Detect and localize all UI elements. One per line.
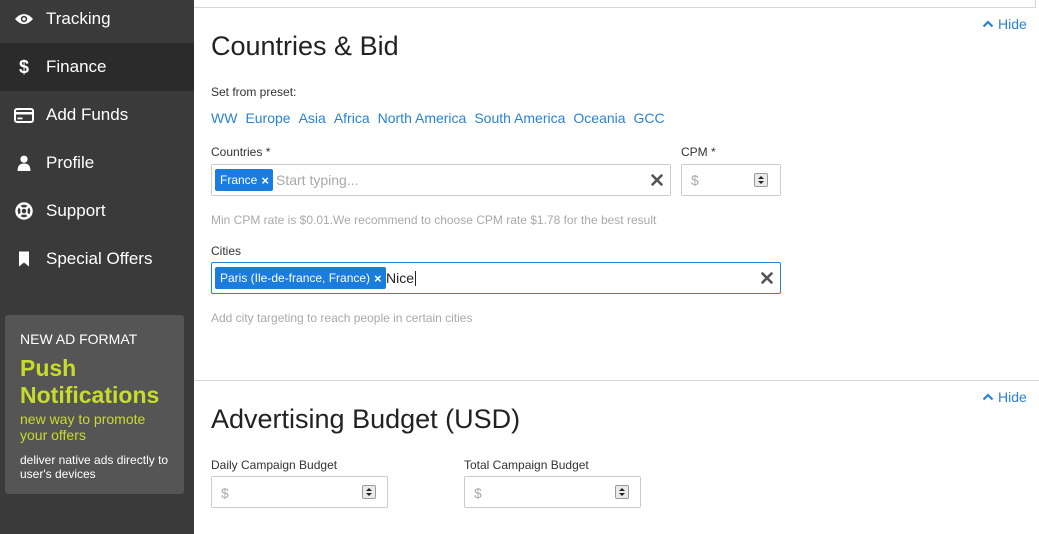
budget-hide-link[interactable]: Hide — [982, 389, 1027, 405]
cpm-hint: Min CPM rate is $0.01.We recommend to ch… — [211, 213, 657, 227]
preset-oceania[interactable]: Oceania — [573, 110, 625, 126]
cpm-spinner[interactable] — [754, 173, 768, 187]
countries-label: Countries * — [211, 145, 271, 159]
sidebar-item-label: Finance — [46, 57, 107, 76]
chevron-up-icon — [982, 20, 994, 28]
total-currency-placeholder: $ — [474, 485, 482, 501]
chevron-up-icon — [982, 393, 994, 401]
credit-card-icon — [14, 105, 34, 125]
country-tag-label: France — [220, 173, 258, 187]
sidebar-item-label: Tracking — [46, 9, 111, 28]
cities-label: Cities — [211, 244, 242, 258]
countries-section-title: Countries & Bid — [211, 31, 399, 61]
spinner-arrows-icon — [619, 488, 625, 496]
eye-icon — [14, 9, 34, 29]
preset-list: WW Europe Asia Africa North America Sout… — [211, 110, 665, 126]
countries-placeholder: Start typing... — [276, 172, 359, 188]
sidebar: Tracking $ Finance Add Funds Profile Sup… — [0, 0, 194, 534]
main-content: Hide Countries & Bid Set from preset: WW… — [194, 0, 1039, 534]
cities-input-value: Nice — [386, 270, 415, 286]
preset-south-america[interactable]: South America — [474, 110, 565, 126]
remove-country-tag-button[interactable]: × — [261, 173, 269, 188]
sidebar-item-support[interactable]: Support — [0, 187, 194, 235]
spinner-arrows-icon — [758, 176, 764, 184]
remove-city-tag-button[interactable]: × — [374, 271, 382, 286]
total-budget-spinner[interactable] — [615, 485, 629, 499]
sidebar-item-finance[interactable]: $ Finance — [0, 43, 194, 91]
hide-label: Hide — [998, 16, 1027, 32]
promo-subtitle: new way to promote your offers — [20, 411, 146, 443]
panel-right-border — [1035, 0, 1036, 8]
sidebar-item-special-offers[interactable]: Special Offers — [0, 235, 194, 283]
clear-cities-icon[interactable] — [760, 271, 774, 285]
sidebar-item-label: Support — [46, 201, 106, 220]
promo-description: deliver native ads directly to user's de… — [20, 453, 169, 481]
preset-gcc[interactable]: GCC — [634, 110, 665, 126]
hide-label: Hide — [998, 389, 1027, 405]
sidebar-item-tracking[interactable]: Tracking — [0, 0, 194, 43]
cpm-currency-placeholder: $ — [691, 172, 699, 188]
cpm-input[interactable]: $ — [681, 164, 781, 196]
clear-countries-icon[interactable] — [650, 173, 664, 187]
panel-top-border — [194, 7, 1035, 8]
bookmark-icon — [14, 249, 34, 269]
section-divider — [194, 380, 1039, 381]
preset-north-america[interactable]: North America — [378, 110, 467, 126]
push-notifications-promo[interactable]: NEW AD FORMAT Push Notifications new way… — [5, 315, 184, 494]
cities-hint: Add city targeting to reach people in ce… — [211, 311, 473, 325]
daily-budget-label: Daily Campaign Budget — [211, 458, 338, 472]
promo-title: Push Notifications — [20, 355, 160, 408]
text-caret — [415, 271, 417, 286]
sidebar-item-add-funds[interactable]: Add Funds — [0, 91, 194, 139]
sidebar-item-label: Add Funds — [46, 105, 129, 124]
sidebar-item-label: Special Offers — [46, 249, 153, 268]
daily-budget-input[interactable]: $ — [211, 476, 388, 508]
preset-europe[interactable]: Europe — [245, 110, 290, 126]
preset-africa[interactable]: Africa — [334, 110, 370, 126]
dollar-icon: $ — [18, 56, 29, 77]
cities-typed-text: Nice — [386, 270, 417, 286]
preset-ww[interactable]: WW — [211, 110, 237, 126]
countries-input[interactable]: France × Start typing... — [211, 164, 671, 196]
total-budget-label: Total Campaign Budget — [464, 458, 589, 472]
total-budget-input[interactable]: $ — [464, 476, 641, 508]
budget-section-title: Advertising Budget (USD) — [211, 404, 521, 434]
daily-budget-spinner[interactable] — [362, 485, 376, 499]
daily-currency-placeholder: $ — [221, 485, 229, 501]
preset-asia[interactable]: Asia — [299, 110, 326, 126]
city-tag: Paris (Ile-de-france, France) × — [215, 267, 386, 289]
sidebar-item-profile[interactable]: Profile — [0, 139, 194, 187]
spinner-arrows-icon — [366, 488, 372, 496]
country-tag: France × — [215, 169, 273, 191]
lifebuoy-icon — [14, 201, 34, 221]
cities-input[interactable]: Paris (Ile-de-france, France) × Nice — [211, 262, 781, 294]
promo-tag: NEW AD FORMAT — [20, 331, 138, 347]
countries-hide-link[interactable]: Hide — [982, 16, 1027, 32]
preset-label: Set from preset: — [211, 85, 297, 99]
city-tag-label: Paris (Ile-de-france, France) — [220, 271, 371, 285]
sidebar-item-label: Profile — [46, 153, 95, 172]
cpm-label: CPM * — [681, 145, 716, 159]
user-icon — [14, 153, 34, 173]
